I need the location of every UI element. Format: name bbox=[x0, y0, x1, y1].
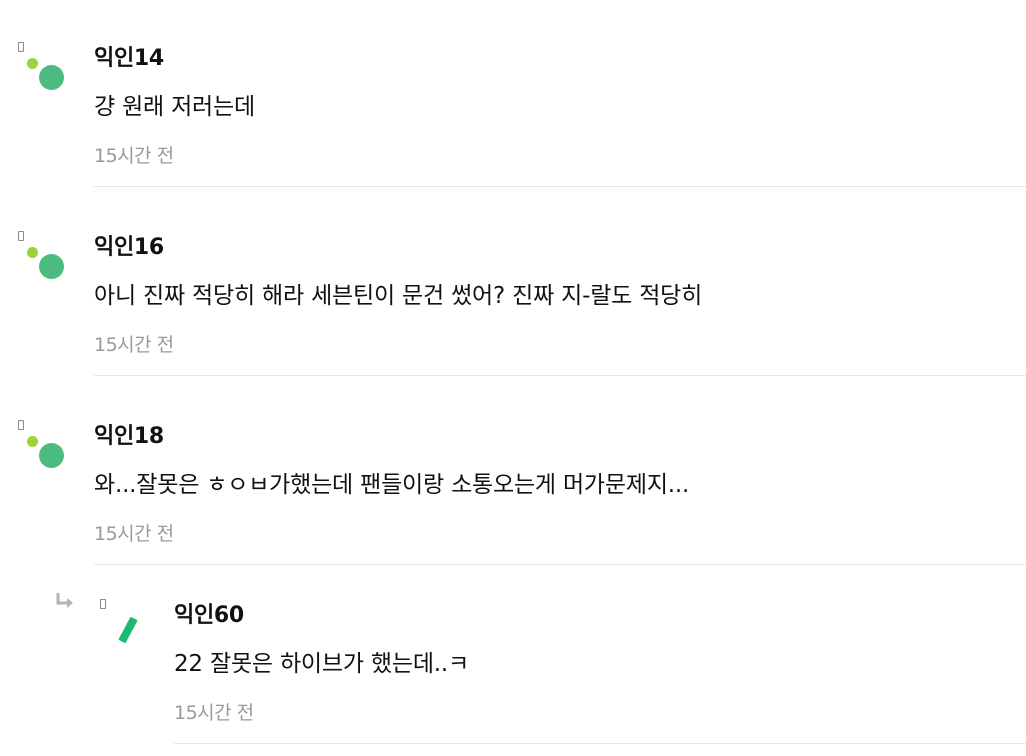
reply-arrow-icon bbox=[56, 593, 73, 608]
comment-text: 아니 진짜 적당히 해라 세븐틴이 문건 썼어? 진짜 지-랄도 적당히 bbox=[94, 283, 703, 309]
avatar-dot-small bbox=[27, 247, 38, 258]
comment-divider bbox=[94, 564, 1026, 565]
avatar-dot-big bbox=[39, 254, 64, 279]
comment-timestamp: 15시간 전 bbox=[94, 145, 174, 167]
badge-icon bbox=[18, 231, 24, 241]
avatar[interactable] bbox=[14, 40, 74, 100]
avatar[interactable] bbox=[96, 597, 156, 657]
avatar[interactable] bbox=[14, 229, 74, 289]
avatar-dot-big bbox=[39, 65, 64, 90]
comment-divider bbox=[94, 186, 1026, 187]
avatar[interactable] bbox=[14, 418, 74, 478]
avatar-dot-small bbox=[27, 436, 38, 447]
reply-text: 22 잘못은 하이브가 했는데..ㅋ bbox=[174, 651, 469, 677]
avatar-stick bbox=[118, 616, 138, 644]
reply-divider bbox=[174, 743, 1026, 744]
badge-icon bbox=[18, 42, 24, 52]
avatar-dot-small bbox=[27, 58, 38, 69]
comment-text: 와...잘못은 ㅎㅇㅂ가했는데 팬들이랑 소통오는게 머가문제지... bbox=[94, 472, 690, 498]
badge-icon bbox=[18, 420, 24, 430]
reply-author[interactable]: 익인60 bbox=[174, 597, 244, 629]
comment-author[interactable]: 익인16 bbox=[94, 229, 164, 261]
comment-author[interactable]: 익인18 bbox=[94, 418, 164, 450]
comment-author[interactable]: 익인14 bbox=[94, 40, 164, 72]
comment-timestamp: 15시간 전 bbox=[94, 523, 174, 545]
comment-timestamp: 15시간 전 bbox=[94, 334, 174, 356]
comment-text: 걍 원래 저러는데 bbox=[94, 94, 255, 120]
avatar-dot-big bbox=[39, 443, 64, 468]
comment-divider bbox=[94, 375, 1026, 376]
reply-timestamp: 15시간 전 bbox=[174, 702, 254, 724]
badge-icon bbox=[100, 599, 106, 609]
